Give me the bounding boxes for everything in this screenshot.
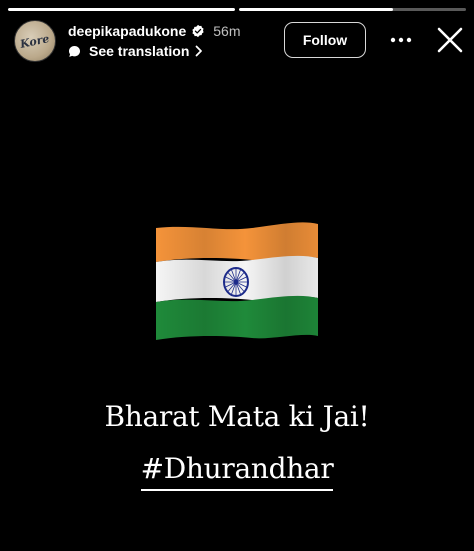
india-flag-image [156,222,318,340]
story-progress [8,8,466,11]
story-header: Kore deepikapadukone 56m See translation… [14,18,463,64]
story-segment-1-fill [8,8,235,11]
see-translation-button[interactable]: See translation [68,42,241,60]
story-segment-2 [239,8,466,11]
verified-badge-icon [192,24,204,38]
translate-bubble-icon [68,45,81,57]
user-row: deepikapadukone 56m [68,22,241,40]
post-timestamp: 56m [213,23,241,39]
ashoka-chakra-icon [223,267,249,297]
user-block: deepikapadukone 56m See translation [68,22,241,60]
more-options-icon[interactable] [390,32,412,48]
avatar[interactable]: Kore [14,20,56,62]
see-translation-label: See translation [89,43,190,59]
story-segment-2-fill [239,8,394,11]
follow-button[interactable]: Follow [284,22,366,58]
story-segment-1 [8,8,235,11]
avatar-logo-text: Kore [19,31,51,51]
story-caption: Bharat Mata ki Jai! [104,400,370,433]
chevron-right-icon [195,45,203,57]
hashtag-container: #Dhurandhar [0,452,474,491]
close-icon[interactable] [436,26,464,54]
username[interactable]: deepikapadukone [68,23,186,39]
hashtag-link[interactable]: #Dhurandhar [140,452,334,491]
